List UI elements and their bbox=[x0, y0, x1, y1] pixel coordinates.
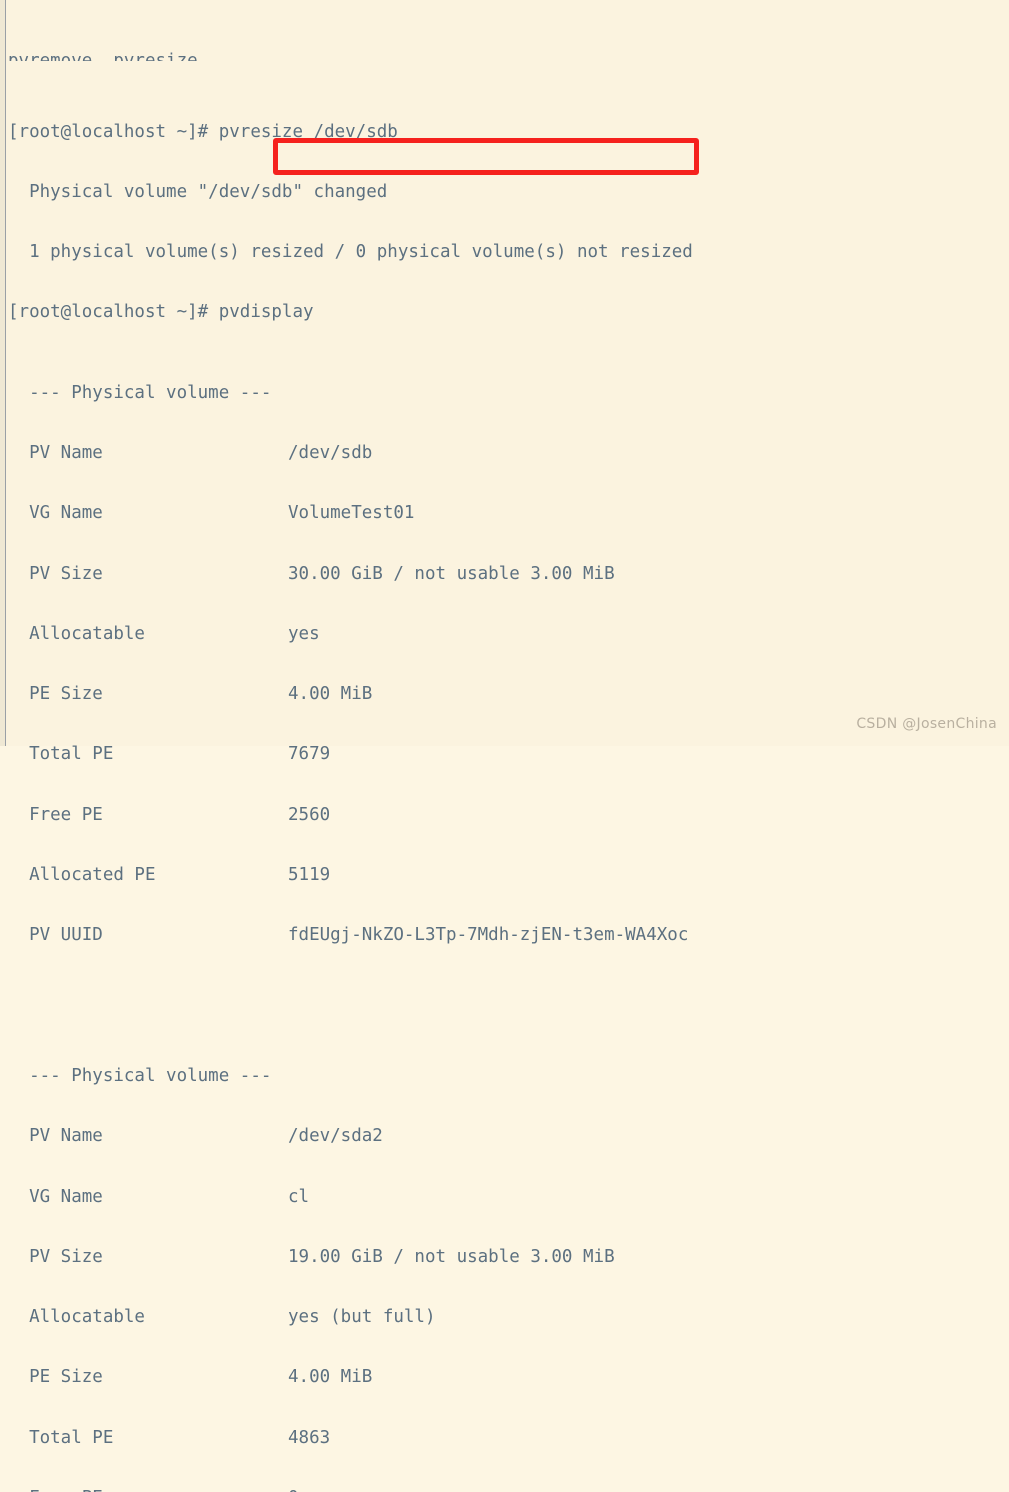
pv2-value-pe-size: 4.00 MiB bbox=[288, 1367, 373, 1388]
pv2-row-total-pe: Total PE 4863 bbox=[8, 1428, 1009, 1448]
pv1-label-pv-size: PV Size bbox=[8, 563, 103, 584]
pv1-section-header: --- Physical volume --- bbox=[8, 383, 1009, 403]
pv2-label-pv-name: PV Name bbox=[8, 1126, 103, 1147]
pv1-row-free-pe: Free PE 2560 bbox=[8, 805, 1009, 825]
pv1-label-allocatable: Allocatable bbox=[8, 623, 145, 644]
pv1-row-pv-size: PV Size 30.00 GiB / not usable 3.00 MiB bbox=[8, 564, 1009, 584]
pv1-row-vg-name: VG Name VolumeTest01 bbox=[8, 503, 1009, 523]
pv2-section-header: --- Physical volume --- bbox=[8, 1066, 1009, 1086]
pv1-value-pv-uuid: fdEUgj-NkZO-L3Tp-7Mdh-zjEN-t3em-WA4Xoc bbox=[288, 925, 689, 946]
pv2-row-vg-name: VG Name cl bbox=[8, 1187, 1009, 1207]
output-resize-summary: 1 physical volume(s) resized / 0 physica… bbox=[8, 242, 1009, 262]
pv1-row-pe-size: PE Size 4.00 MiB bbox=[8, 684, 1009, 704]
pv1-row-pv-uuid: PV UUID fdEUgj-NkZO-L3Tp-7Mdh-zjEN-t3em-W… bbox=[8, 925, 1009, 945]
pv2-value-pv-name: /dev/sda2 bbox=[288, 1126, 383, 1147]
pv1-label-pv-name: PV Name bbox=[8, 443, 103, 464]
pv2-label-pe-size: PE Size bbox=[8, 1367, 103, 1388]
watermark-label: CSDN @JosenChina bbox=[856, 716, 997, 732]
output-text-volume-changed: Physical volume "/dev/sdb" changed bbox=[8, 181, 388, 202]
pv1-label-pe-size: PE Size bbox=[8, 684, 103, 705]
command-line-pvdisplay: [root@localhost ~]# pvdisplay bbox=[8, 302, 1009, 322]
pv2-section-header-text: --- Physical volume --- bbox=[8, 1065, 272, 1086]
pv1-label-free-pe: Free PE bbox=[8, 804, 103, 825]
command-line-pvresize: [root@localhost ~]# pvresize /dev/sdb bbox=[8, 122, 1009, 142]
pv2-label-free-pe: Free PE bbox=[8, 1488, 288, 1492]
pv2-row-pe-size: PE Size 4.00 MiB bbox=[8, 1367, 1009, 1387]
pv2-label-vg-name: VG Name bbox=[8, 1186, 103, 1207]
pv1-value-total-pe: 7679 bbox=[288, 744, 331, 765]
pv2-value-allocatable: yes (but full) bbox=[288, 1307, 436, 1328]
pv2-value-pv-size: 19.00 GiB / not usable 3.00 MiB bbox=[288, 1246, 615, 1267]
pv1-value-vg-name: VolumeTest01 bbox=[288, 503, 415, 524]
pv2-label-allocatable: Allocatable bbox=[8, 1307, 145, 1328]
terminal-window[interactable]: pvremove pvresize [root@localhost ~]# pv… bbox=[0, 0, 1009, 1492]
pv1-section-header-text: --- Physical volume --- bbox=[8, 382, 272, 403]
pv1-label-total-pe: Total PE bbox=[8, 744, 114, 765]
output-volume-changed: Physical volume "/dev/sdb" changed bbox=[8, 182, 1009, 202]
pv1-label-allocated-pe: Allocated PE bbox=[8, 865, 156, 886]
pv1-value-free-pe: 2560 bbox=[288, 804, 331, 825]
terminal-scrollbar[interactable] bbox=[0, 0, 6, 746]
pv2-row-free-pe: Free PE0 bbox=[8, 1488, 1009, 1492]
scrollback-clipped-line: pvremove pvresize bbox=[8, 51, 1009, 61]
command-text-pvdisplay: [root@localhost ~]# pvdisplay bbox=[8, 302, 314, 323]
pv2-label-pv-size: PV Size bbox=[8, 1246, 103, 1267]
pv1-value-pe-size: 4.00 MiB bbox=[288, 684, 373, 705]
pv2-row-pv-size: PV Size 19.00 GiB / not usable 3.00 MiB bbox=[8, 1247, 1009, 1267]
pv2-label-total-pe: Total PE bbox=[8, 1427, 114, 1448]
terminal-output-area[interactable]: pvremove pvresize [root@localhost ~]# pv… bbox=[8, 0, 1009, 1492]
pv1-label-vg-name: VG Name bbox=[8, 503, 103, 524]
pv1-row-pv-name: PV Name/dev/sdb bbox=[8, 443, 1009, 463]
output-text-resize-summary: 1 physical volume(s) resized / 0 physica… bbox=[8, 242, 693, 263]
scrollback-clipped-text: pvremove pvresize bbox=[8, 51, 198, 62]
pv1-value-pv-size: 30.00 GiB / not usable 3.00 MiB bbox=[288, 563, 615, 584]
pv2-value-total-pe: 4863 bbox=[288, 1427, 331, 1448]
pv2-value-vg-name: cl bbox=[288, 1186, 310, 1207]
pv1-row-allocated-pe: Allocated PE 5119 bbox=[8, 865, 1009, 885]
pv1-row-total-pe: Total PE 7679 bbox=[8, 744, 1009, 764]
pv1-value-allocatable: yes bbox=[288, 623, 320, 644]
pv2-row-allocatable: Allocatable yes (but full) bbox=[8, 1307, 1009, 1327]
pv2-value-free-pe: 0 bbox=[288, 1488, 299, 1492]
pv1-label-pv-uuid: PV UUID bbox=[8, 925, 103, 946]
command-text-pvresize: [root@localhost ~]# pvresize /dev/sdb bbox=[8, 121, 398, 142]
pv1-value-allocated-pe: 5119 bbox=[288, 865, 331, 886]
pv2-row-pv-name: PV Name/dev/sda2 bbox=[8, 1126, 1009, 1146]
pv1-value-pv-name: /dev/sdb bbox=[288, 443, 373, 464]
pv1-row-allocatable: Allocatable yes bbox=[8, 624, 1009, 644]
